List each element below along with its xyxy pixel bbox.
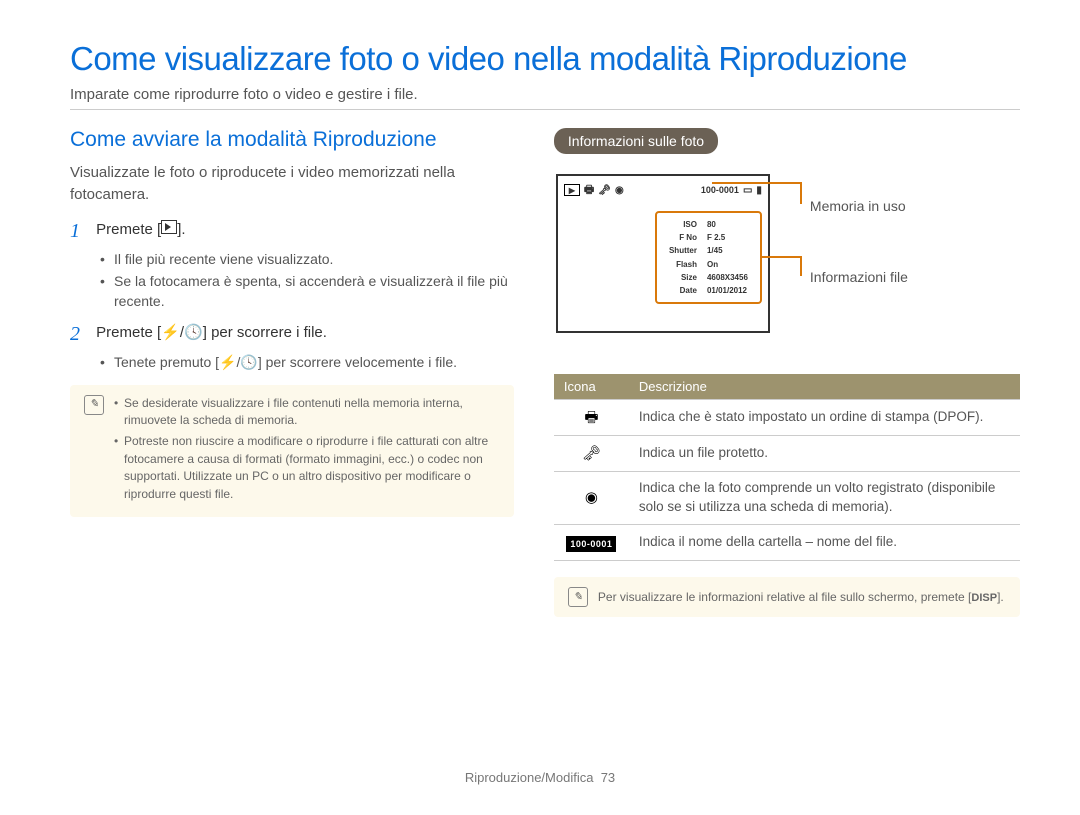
table-row: 100-0001 Indica il nome della cartella –… [554,524,1020,560]
page-intro: Imparate come riprodurre foto o video e … [70,86,1020,103]
callout-memory: Memoria in uso [810,198,906,214]
note-icon: ✎ [568,587,588,607]
page-title: Come visualizzare foto o video nella mod… [70,40,1020,78]
callout-line [800,256,802,276]
note-icon: ✎ [84,395,104,415]
file-code-icon: 100-0001 [554,524,629,560]
callout-line [712,182,802,184]
list-item: Tenete premuto [⚡/🕓] per scorrere veloce… [100,352,514,372]
flash-timer-icon: ⚡/🕓 [219,354,258,370]
icon-description-table: Icona Descrizione 🖶 Indica che è stato i… [554,374,1020,561]
step-number: 1 [70,220,92,243]
step-1: 1 Premete []. [70,220,514,243]
note-box: ✎ Se desiderate visualizzare i file cont… [70,385,514,517]
row-desc: Indica che è stato impostato un ordine d… [629,400,1020,436]
step-text: Premete [⚡/🕓] per scorrere i file. [96,323,510,341]
face-registered-icon: ◉ [554,472,629,525]
disp-button-label: DISP [971,592,997,604]
file-info-panel: ISO80 F NoF 2.5 Shutter1/45 FlashOn Size… [655,211,762,304]
list-item: Il file più recente viene visualizzato. [100,249,514,269]
th-descrizione: Descrizione [629,374,1020,400]
row-desc: Indica che la foto comprende un volto re… [629,472,1020,525]
table-row: 🗝 Indica un file protetto. [554,436,1020,472]
camera-top-bar: ▶ 🖶 🗝 ◉ 100-0001 ▭ ▮ [564,182,762,198]
two-columns: Come avviare la modalità Riproduzione Vi… [70,128,1020,617]
section-paragraph: Visualizzate le foto o riproducete i vid… [70,162,514,206]
left-column: Come avviare la modalità Riproduzione Vi… [70,128,514,617]
key-small-icon: 🗝 [598,185,611,196]
th-icona: Icona [554,374,629,400]
printer-small-icon: 🖶 [584,181,594,200]
right-column: Informazioni sulle foto ▶ 🖶 🗝 ◉ 100-0001… [554,128,1020,617]
step1-bullets: Il file più recente viene visualizzato. … [100,249,514,312]
camera-screenshot: ▶ 🖶 🗝 ◉ 100-0001 ▭ ▮ ISO80 [554,168,1020,358]
play-icon [161,220,177,234]
note-item: Se desiderate visualizzare i file conten… [114,395,500,430]
step2-bullets: Tenete premuto [⚡/🕓] per scorrere veloce… [100,352,514,372]
table-row: 🖶 Indica che è stato impostato un ordine… [554,400,1020,436]
step-number: 2 [70,323,92,346]
row-desc: Indica un file protetto. [629,436,1020,472]
callout-line [800,182,802,204]
flash-timer-icon: ⚡/🕓 [161,324,203,341]
bottom-note: ✎ Per visualizzare le informazioni relat… [554,577,1020,617]
row-desc: Indica il nome della cartella – nome del… [629,524,1020,560]
camera-screen: ▶ 🖶 🗝 ◉ 100-0001 ▭ ▮ ISO80 [556,174,770,333]
step-2: 2 Premete [⚡/🕓] per scorrere i file. [70,323,514,346]
key-icon: 🗝 [554,436,629,472]
table-row: ◉ Indica che la foto comprende un volto … [554,472,1020,525]
info-pill: Informazioni sulle foto [554,128,718,154]
file-code: 100-0001 [701,185,739,195]
battery-small-icon: ▮ [756,185,762,196]
step-text: Premete []. [96,220,510,238]
play-small-icon: ▶ [564,184,580,196]
manual-page: Come visualizzare foto o video nella mod… [0,0,1080,815]
face-small-icon: ◉ [615,185,624,196]
callout-line [760,256,800,258]
page-footer: Riproduzione/Modifica 73 [0,770,1080,785]
printer-icon: 🖶 [554,400,629,436]
note-item: Potreste non riuscire a modificare o rip… [114,433,500,503]
divider [70,109,1020,110]
list-item: Se la fotocamera è spenta, si accenderà … [100,271,514,312]
memory-small-icon: ▭ [743,185,752,196]
callout-fileinfo: Informazioni file [810,269,908,285]
section-heading: Come avviare la modalità Riproduzione [70,128,514,152]
